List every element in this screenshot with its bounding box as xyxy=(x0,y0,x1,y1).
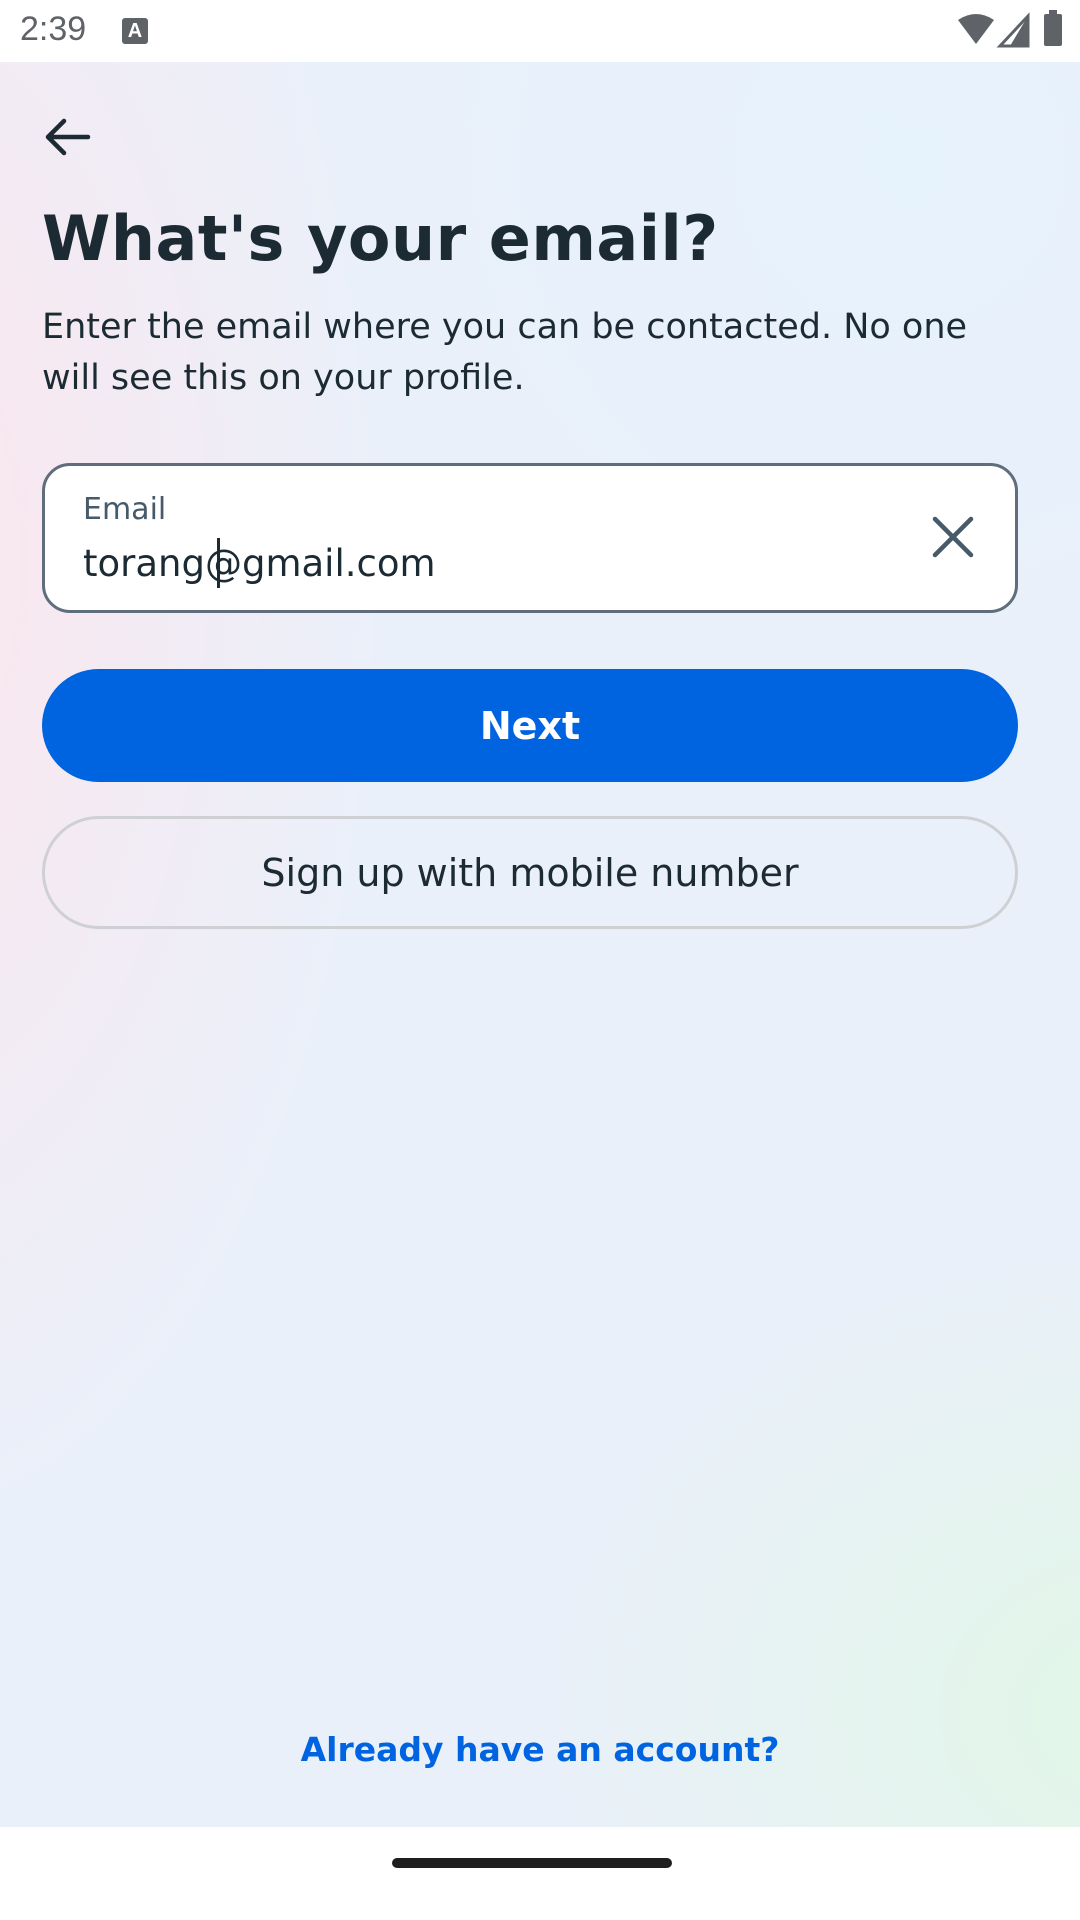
notification-icon: A xyxy=(122,18,148,44)
text-caret xyxy=(217,538,220,588)
email-field[interactable]: Email xyxy=(42,463,1018,613)
battery-icon xyxy=(1044,10,1062,46)
arrow-left-icon xyxy=(42,117,92,161)
status-icons xyxy=(880,0,1080,62)
signup-mobile-button[interactable]: Sign up with mobile number xyxy=(42,816,1018,929)
wifi-icon xyxy=(958,14,994,44)
page-subtitle: Enter the email where you can be contact… xyxy=(42,307,968,398)
signal-icon xyxy=(996,12,1030,48)
email-label: Email xyxy=(83,492,167,527)
close-icon xyxy=(929,513,977,565)
page-title: What's your email? xyxy=(42,202,719,275)
navigation-bar xyxy=(0,1827,1080,1920)
status-time: 2:39 xyxy=(20,10,87,48)
home-indicator[interactable] xyxy=(392,1858,672,1868)
next-button[interactable]: Next xyxy=(42,669,1018,782)
email-input[interactable] xyxy=(83,538,863,588)
already-have-account-link[interactable]: Already have an account? xyxy=(0,1730,1080,1769)
status-bar: 2:39 A xyxy=(0,0,1080,62)
signup-email-screen: What's your email? Enter the email where… xyxy=(0,62,1080,1827)
back-button[interactable] xyxy=(30,102,104,176)
clear-button[interactable] xyxy=(925,511,981,567)
